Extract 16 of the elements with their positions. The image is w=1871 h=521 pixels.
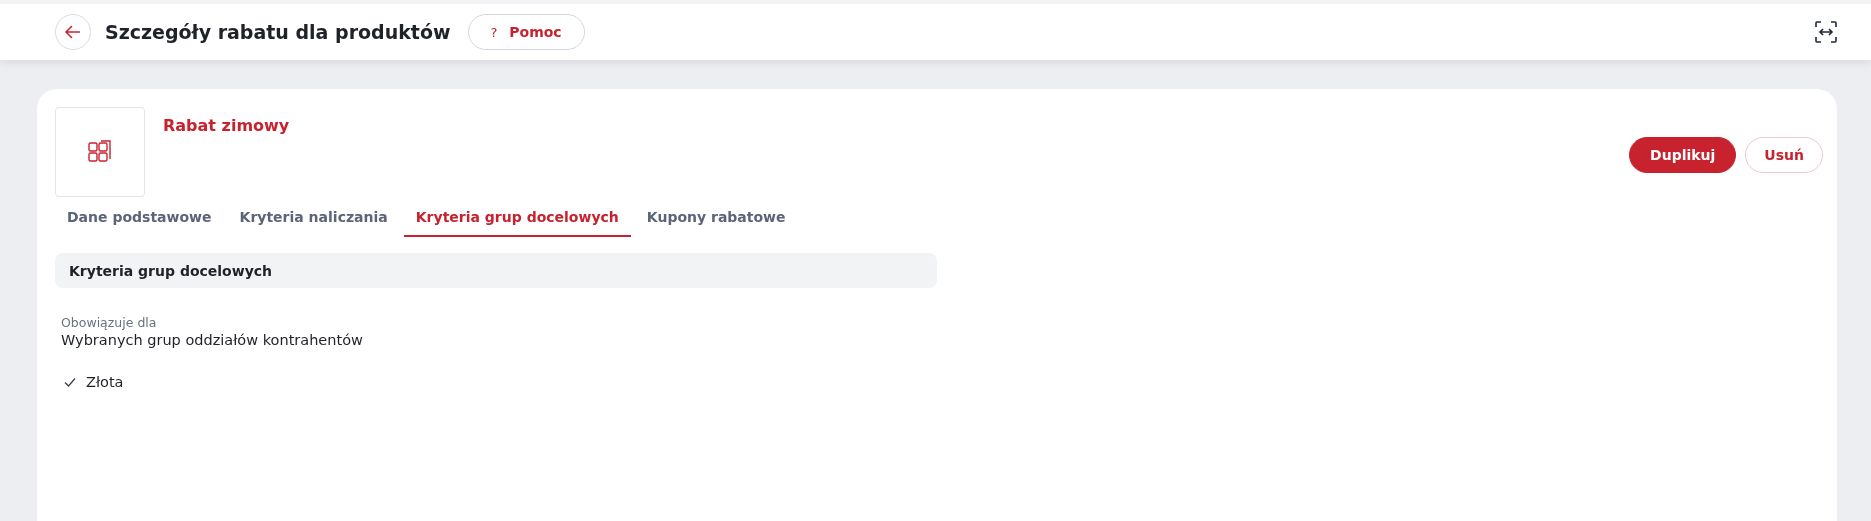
- delete-button[interactable]: Usuń: [1745, 137, 1823, 173]
- tab[interactable]: Kryteria grup docelowych: [403, 203, 631, 237]
- field-label: Obowiązuje dla: [61, 315, 158, 330]
- tab[interactable]: Kupony rabatowe: [634, 203, 798, 237]
- tab[interactable]: Kryteria naliczania: [227, 203, 400, 237]
- discount-name: Rabat zimowy: [163, 116, 290, 135]
- grid-icon: [87, 139, 113, 165]
- help-button[interactable]: ? Pomoc: [467, 14, 585, 50]
- section-header: Kryteria grup docelowych: [55, 253, 937, 288]
- expand-width-icon[interactable]: [1815, 21, 1837, 43]
- tab[interactable]: Dane podstawowe: [55, 203, 224, 237]
- back-button[interactable]: [55, 14, 91, 50]
- page-title: Szczegóły rabatu dla produktów: [105, 21, 451, 43]
- duplicate-button[interactable]: Duplikuj: [1629, 137, 1737, 173]
- group-name: Złota: [86, 374, 124, 390]
- field-value: Wybranych grup oddziałów kontrahentów: [61, 332, 364, 348]
